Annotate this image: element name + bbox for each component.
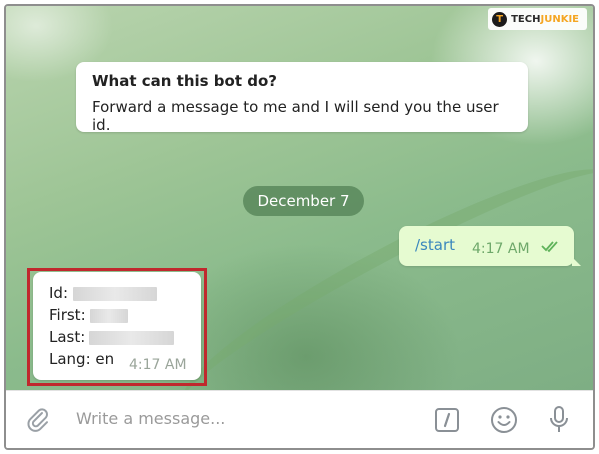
watermark-brand-prefix: TECH xyxy=(511,13,541,25)
watermark-logo: T xyxy=(492,11,508,27)
slash-command-icon[interactable] xyxy=(433,406,461,434)
double-check-icon xyxy=(541,241,558,253)
emoji-icon[interactable] xyxy=(489,405,519,435)
watermark-brand-suffix: JUNKIE xyxy=(540,13,579,25)
outgoing-message[interactable]: /start 4:17 AM xyxy=(399,226,581,266)
telegram-chat-window: T TECH JUNKIE What can this bot do? Forwa… xyxy=(4,4,595,450)
bot-info-title: What can this bot do? xyxy=(92,72,277,90)
highlight-box xyxy=(27,268,207,386)
outgoing-message-time: 4:17 AM xyxy=(472,241,530,257)
techjunkie-watermark: T TECH JUNKIE xyxy=(488,8,587,30)
message-input[interactable]: Write a message... xyxy=(76,409,225,428)
date-separator: December 7 xyxy=(243,186,364,216)
outgoing-message-text[interactable]: /start xyxy=(415,236,455,254)
message-composer: Write a message... xyxy=(6,390,593,448)
microphone-icon[interactable] xyxy=(546,404,572,436)
chat-background: T TECH JUNKIE What can this bot do? Forwa… xyxy=(6,6,593,438)
bot-info-body: Forward a message to me and I will send … xyxy=(92,98,499,134)
bot-info-card: What can this bot do? Forward a message … xyxy=(76,62,528,134)
paperclip-icon[interactable] xyxy=(24,405,52,433)
